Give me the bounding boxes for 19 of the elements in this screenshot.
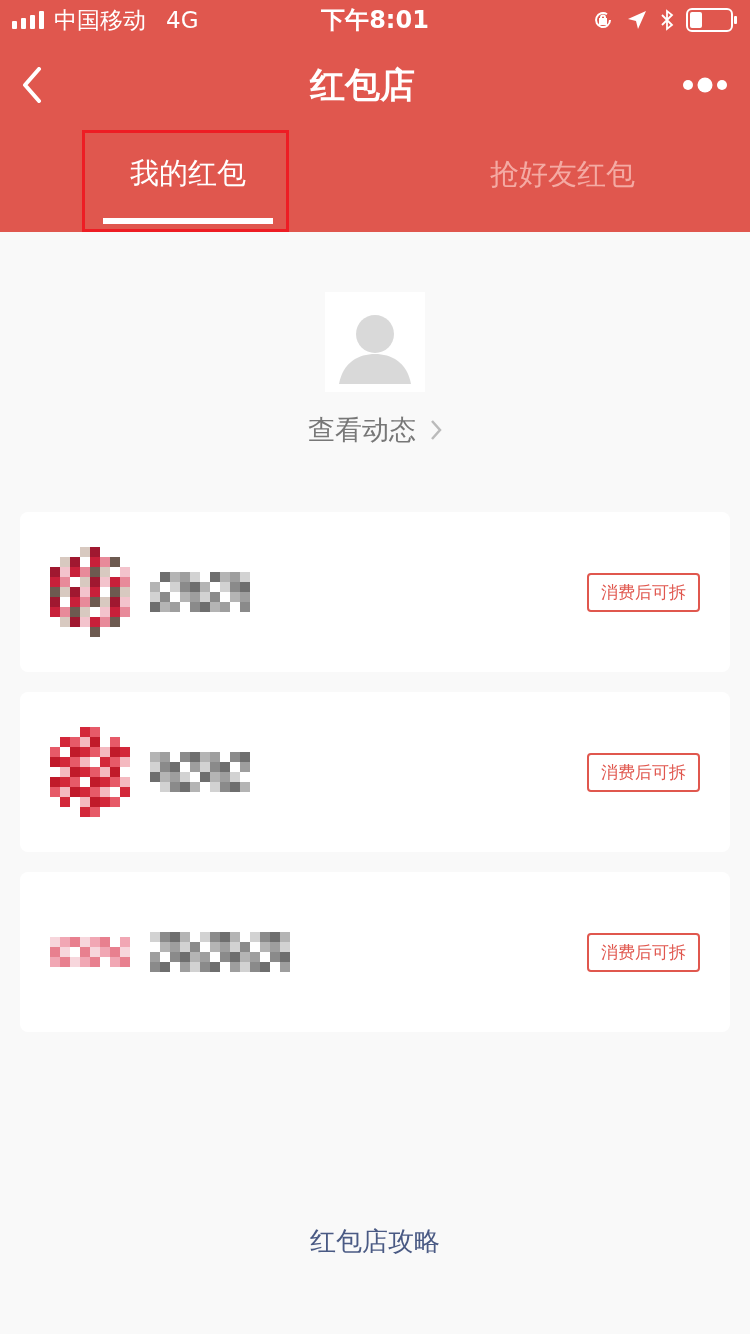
tab[interactable]: 我的红包 [84,130,291,232]
bluetooth-icon [660,9,674,31]
tab[interactable]: 抢好友红包 [472,130,653,232]
network-type: 4G [166,7,199,33]
guide-link[interactable]: 红包店攻略 [310,1224,440,1259]
location-arrow-icon [626,9,648,31]
page-title: 红包店 [309,63,415,107]
status-time: 下午8:01 [321,5,429,36]
carrier-name: 中国移动 [54,5,146,35]
unlock-after-purchase-button[interactable]: 消费后可拆 [587,932,700,972]
unlock-after-purchase-button[interactable]: 消费后可拆 [587,572,700,612]
unlock-after-purchase-button[interactable]: 消费后可拆 [587,752,700,792]
rotation-lock-icon [592,9,614,31]
view-activity-link[interactable]: 查看动态 [308,412,442,448]
more-icon[interactable] [682,77,728,93]
battery-icon [686,8,738,32]
signal-icon [12,11,46,29]
chevron-icon [430,419,442,441]
back-icon[interactable] [22,67,42,103]
